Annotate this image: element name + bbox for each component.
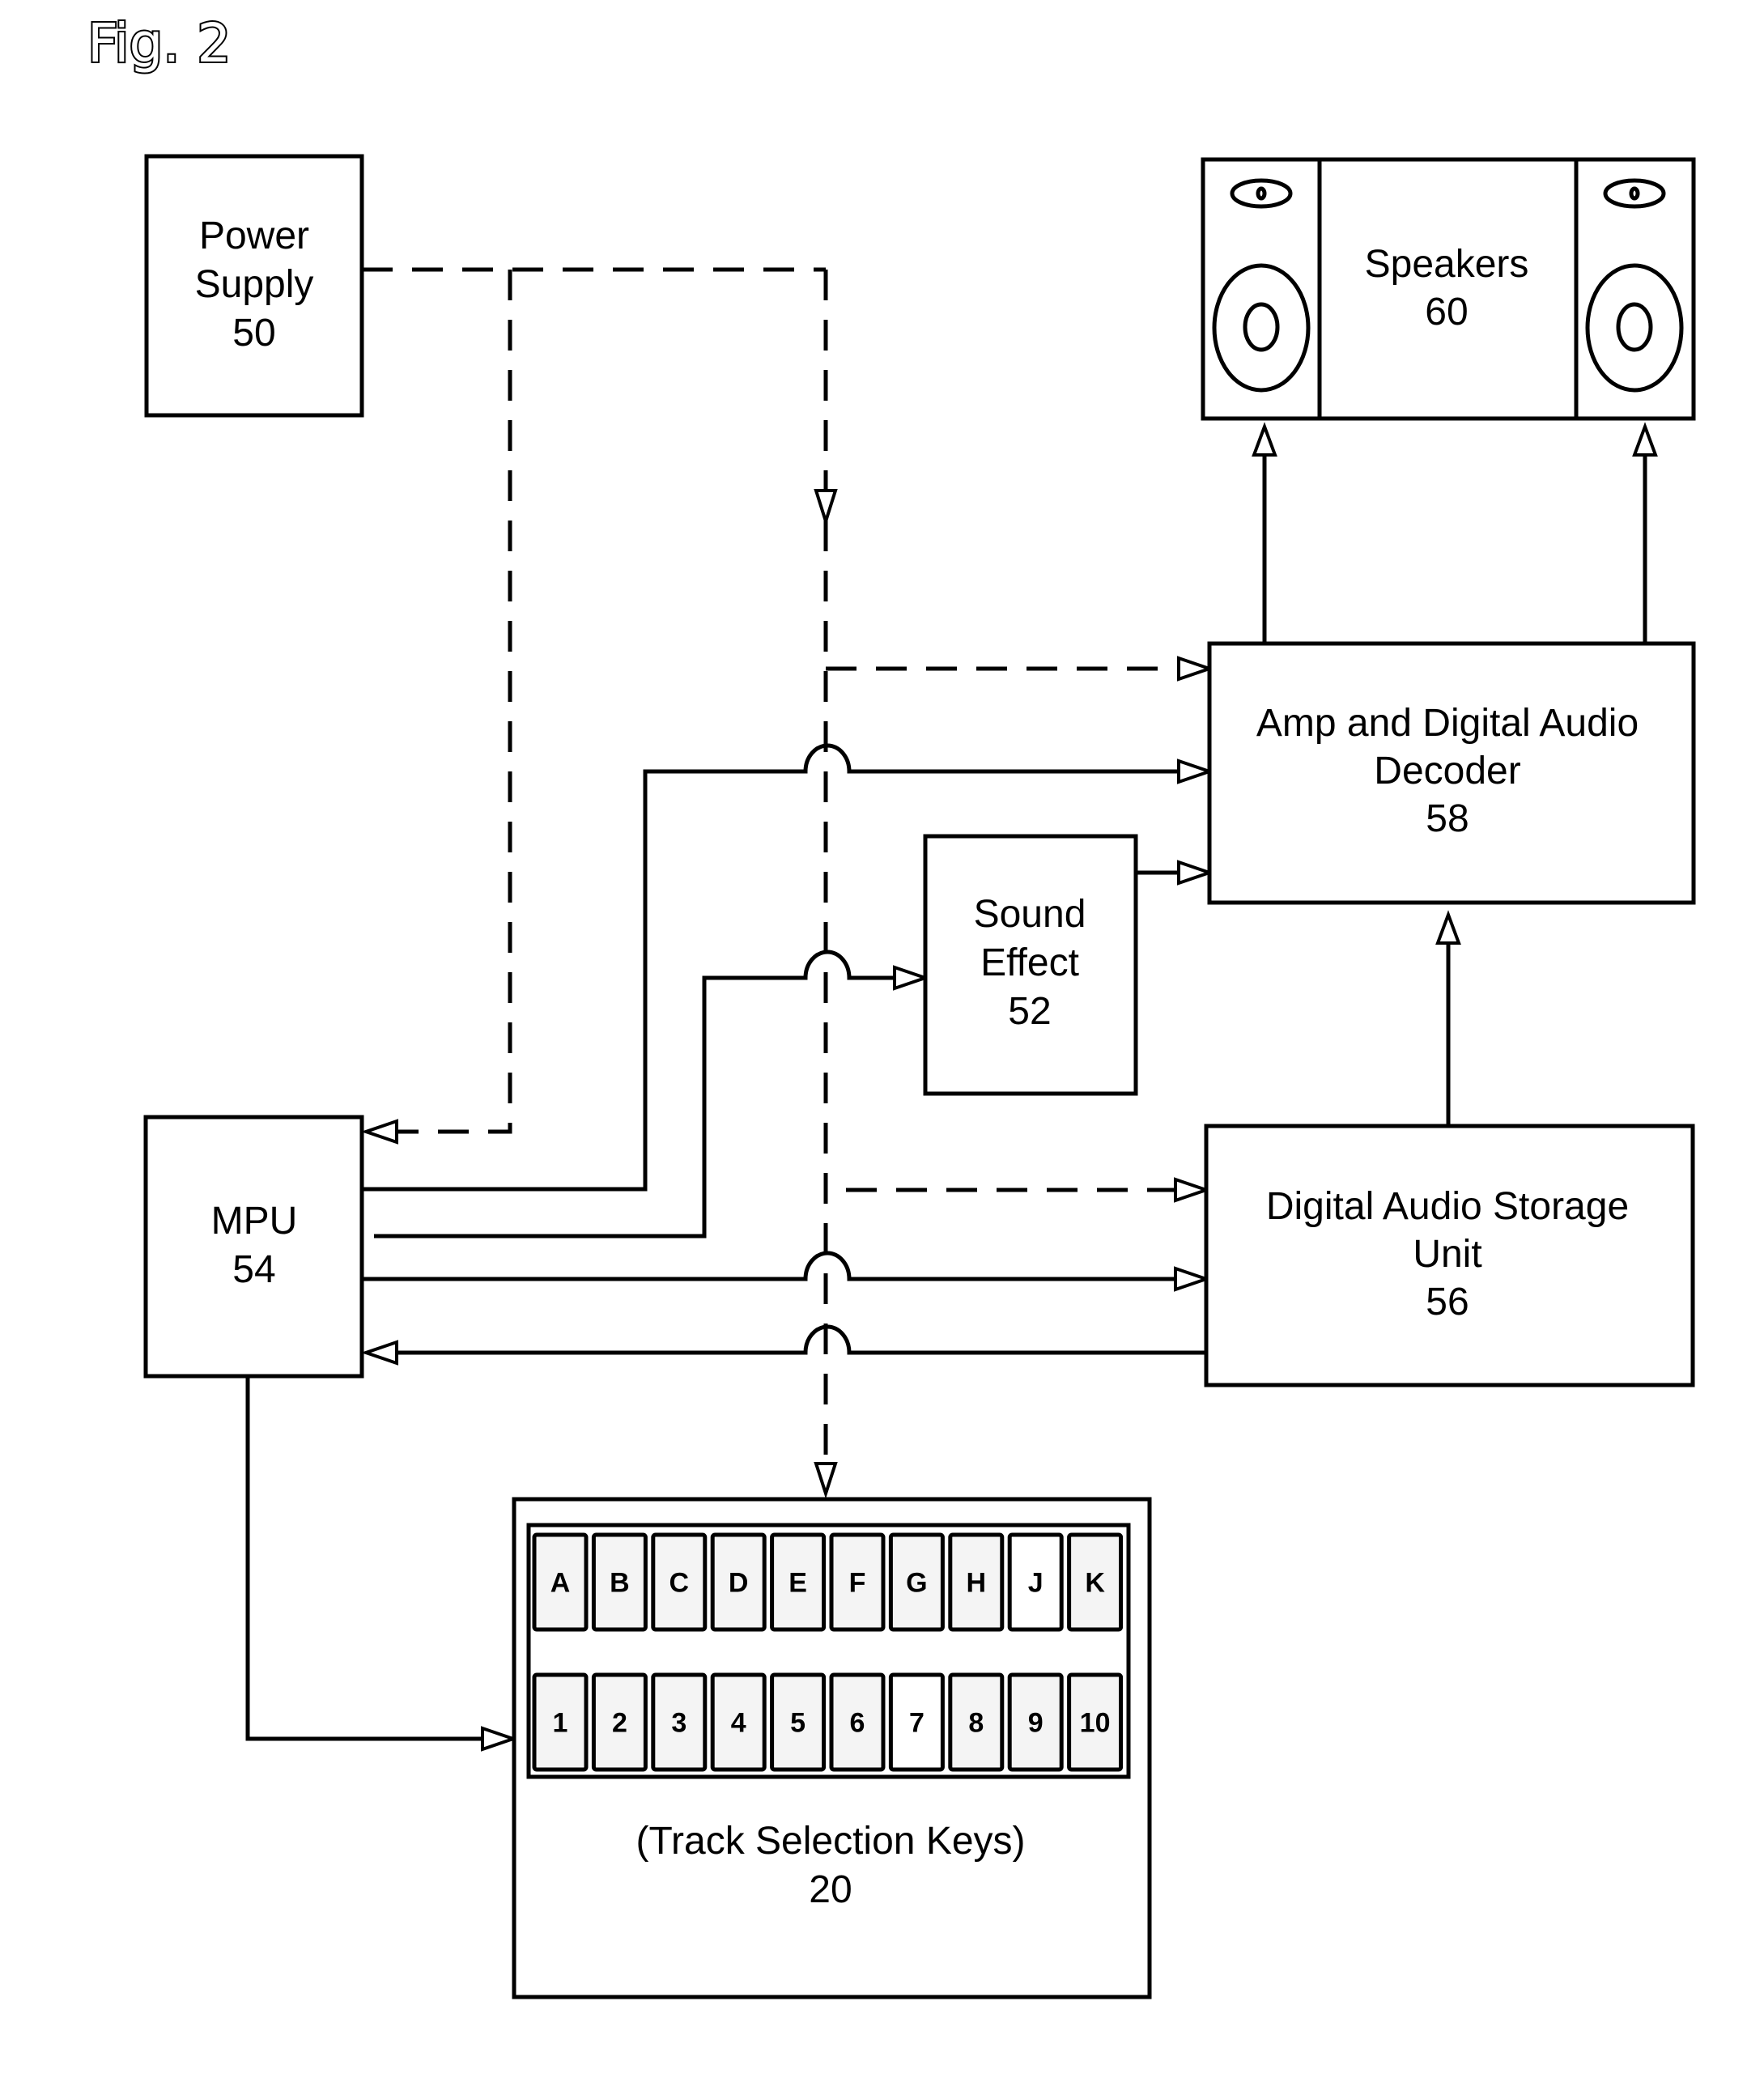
power-supply-ref-number: 50 xyxy=(232,312,275,355)
key-label: H xyxy=(967,1568,987,1599)
sound-effect-label-line2: Effect xyxy=(980,941,1079,984)
amp-decoder-ref-number: 58 xyxy=(1426,797,1469,840)
arrow-up-icon xyxy=(1252,422,1277,457)
key-label: K xyxy=(1085,1568,1105,1599)
key-label: A xyxy=(550,1568,571,1599)
number-key-8[interactable]: 8 xyxy=(948,1672,1005,1772)
arrow-right-icon xyxy=(1174,1177,1212,1203)
storage-ref-number: 56 xyxy=(1426,1281,1469,1324)
mpu-ref-number: 54 xyxy=(232,1248,275,1291)
speakers-label: Speakers xyxy=(1365,243,1529,286)
speakers-box xyxy=(1201,157,1696,421)
block-diagram: Fig. 2 Power Supply 50 Speakers 60 Amp a… xyxy=(86,11,1696,1999)
arrow-up-icon xyxy=(1632,422,1658,457)
number-key-9[interactable]: 9 xyxy=(1007,1672,1064,1772)
key-label: G xyxy=(906,1568,927,1599)
arrow-right-icon xyxy=(1177,860,1215,886)
letter-key-g[interactable]: G xyxy=(888,1532,945,1632)
letter-key-k[interactable]: K xyxy=(1067,1532,1124,1632)
key-label: E xyxy=(788,1568,807,1599)
speakers-ref-number: 60 xyxy=(1425,291,1468,334)
storage-label-line1: Digital Audio Storage xyxy=(1266,1185,1629,1228)
letter-key-j[interactable]: J xyxy=(1007,1532,1064,1632)
key-label: 1 xyxy=(553,1708,568,1739)
arrow-right-icon xyxy=(1174,1266,1212,1292)
keypad-block[interactable]: A B C D E F G H J K 1 2 3 4 5 6 7 8 9 10 (Track Selection … xyxy=(512,1497,1152,1999)
keypad-label: (Track Selection Keys) xyxy=(635,1820,1025,1863)
arrow-right-icon xyxy=(1177,758,1215,784)
key-label: F xyxy=(849,1568,866,1599)
arrow-up-icon xyxy=(1435,910,1461,945)
number-key-3[interactable]: 3 xyxy=(651,1672,708,1772)
amp-decoder-block[interactable]: Amp and Digital Audio Decoder 58 xyxy=(1207,641,1696,905)
power-to-mpu-line xyxy=(374,270,512,1134)
number-key-2[interactable]: 2 xyxy=(591,1672,648,1772)
mpu-to-sound-effect-line xyxy=(374,950,897,1239)
arrow-right-icon xyxy=(1177,656,1215,682)
power-supply-block[interactable]: Power Supply 50 xyxy=(144,154,364,418)
mpu-to-storage-line xyxy=(362,1251,1179,1281)
mpu-to-keypad-line xyxy=(245,1376,484,1741)
key-label: 4 xyxy=(731,1708,746,1739)
number-key-1[interactable]: 1 xyxy=(532,1672,589,1772)
number-key-6[interactable]: 6 xyxy=(829,1672,886,1772)
letter-key-e[interactable]: E xyxy=(770,1532,827,1632)
key-label: 10 xyxy=(1080,1708,1111,1739)
letter-key-c[interactable]: C xyxy=(651,1532,708,1632)
letter-key-f[interactable]: F xyxy=(829,1532,886,1632)
key-label: 2 xyxy=(612,1708,627,1739)
key-label: 6 xyxy=(850,1708,865,1739)
figure-label: Fig. 2 xyxy=(87,12,231,74)
power-supply-label-line1: Power xyxy=(199,215,309,257)
arrow-down-icon xyxy=(814,489,838,527)
letter-key-b[interactable]: B xyxy=(591,1532,648,1632)
number-key-10[interactable]: 10 xyxy=(1067,1672,1124,1772)
arrow-left-icon xyxy=(360,1119,398,1145)
arrow-right-icon xyxy=(893,965,931,991)
sound-effect-ref-number: 52 xyxy=(1008,990,1051,1033)
arrow-down-icon xyxy=(814,1462,838,1499)
amp-decoder-label-line2: Decoder xyxy=(1374,750,1520,792)
mpu-block[interactable]: MPU 54 xyxy=(143,1115,364,1379)
storage-label-line2: Unit xyxy=(1413,1233,1481,1276)
key-label: J xyxy=(1028,1568,1044,1599)
speakers-block[interactable]: Speakers 60 xyxy=(1201,157,1696,421)
amp-decoder-label-line1: Amp and Digital Audio xyxy=(1256,702,1639,745)
power-supply-label-line2: Supply xyxy=(195,263,314,306)
number-key-4[interactable]: 4 xyxy=(710,1672,767,1772)
letter-key-a[interactable]: A xyxy=(532,1532,589,1632)
mpu-label: MPU xyxy=(211,1200,298,1243)
arrow-right-icon xyxy=(481,1726,519,1752)
key-label: B xyxy=(610,1568,630,1599)
keypad-ref-number: 20 xyxy=(809,1868,852,1911)
arrow-left-icon xyxy=(360,1340,398,1366)
key-label: 7 xyxy=(909,1708,925,1739)
letter-key-h[interactable]: H xyxy=(948,1532,1005,1632)
storage-block[interactable]: Digital Audio Storage Unit 56 xyxy=(1204,1124,1695,1387)
storage-to-mpu-line xyxy=(389,1324,1206,1355)
sound-effect-block[interactable]: Sound Effect 52 xyxy=(923,834,1138,1096)
key-label: 3 xyxy=(671,1708,686,1739)
number-key-7[interactable]: 7 xyxy=(888,1672,945,1772)
number-key-5[interactable]: 5 xyxy=(770,1672,827,1772)
key-label: 9 xyxy=(1028,1708,1044,1739)
key-label: 8 xyxy=(968,1708,984,1739)
key-label: 5 xyxy=(790,1708,805,1739)
key-label: D xyxy=(729,1568,749,1599)
key-label: C xyxy=(669,1568,690,1599)
mpu-box xyxy=(143,1115,364,1379)
sound-effect-label-line1: Sound xyxy=(974,893,1086,936)
letter-key-d[interactable]: D xyxy=(710,1532,767,1632)
